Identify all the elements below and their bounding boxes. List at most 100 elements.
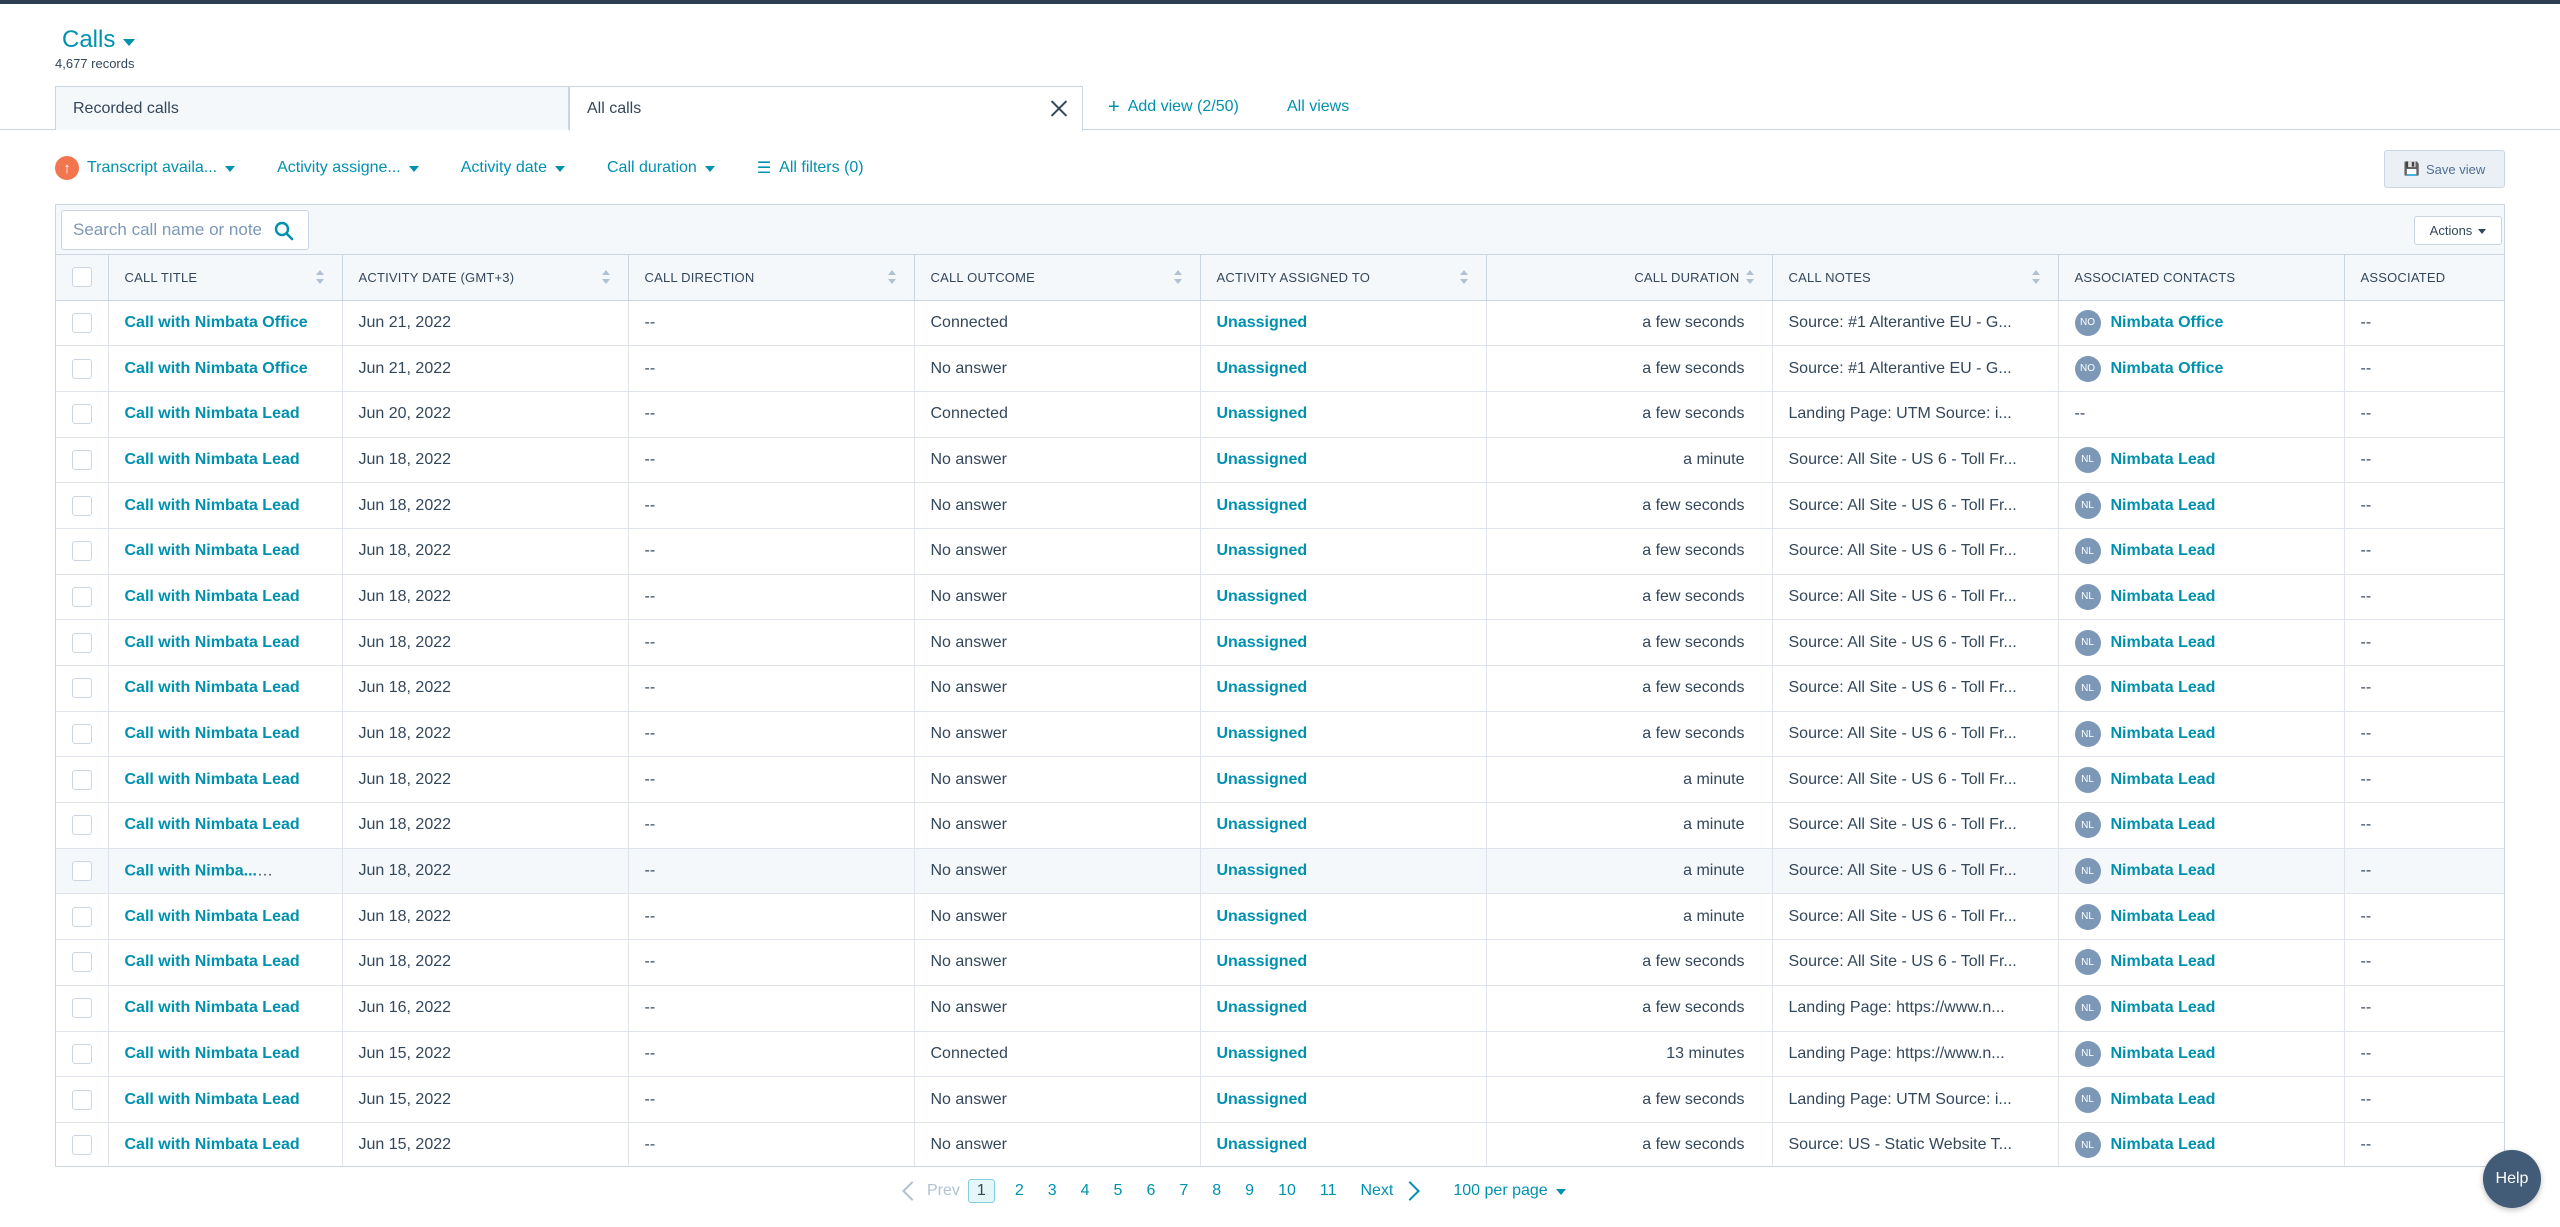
assigned-link[interactable]: Unassigned <box>1217 999 1308 1016</box>
column-header-associated-contacts[interactable]: Associated contacts <box>2058 255 2345 301</box>
table-row[interactable]: Call with Nimbata Lead Jun 16, 2022 -- N… <box>56 985 2504 1032</box>
all-views-link[interactable]: All views <box>1287 98 1349 116</box>
sort-icon[interactable] <box>2031 270 2040 284</box>
tab-recorded-calls[interactable]: Recorded calls <box>55 86 569 130</box>
contact-link[interactable]: Nimbata Lead <box>2111 725 2216 743</box>
contact-link[interactable]: Nimbata Lead <box>2111 497 2216 515</box>
row-checkbox[interactable] <box>71 906 92 927</box>
call-title-link[interactable]: Call with Nimbata Lead <box>125 725 300 742</box>
column-header-call-notes[interactable]: Call notes <box>1772 255 2059 301</box>
assigned-link[interactable]: Unassigned <box>1217 1091 1308 1108</box>
table-row[interactable]: Call with Nimbata Lead Jun 18, 2022 -- N… <box>56 665 2504 712</box>
column-header-call-title[interactable]: Call title <box>108 255 343 301</box>
assigned-link[interactable]: Unassigned <box>1217 451 1308 468</box>
call-title-link[interactable]: Call with Nimbata Lead <box>125 497 300 514</box>
add-view-button[interactable]: + Add view (2/50) <box>1108 97 1239 117</box>
call-title-link[interactable]: Call with Nimbata Lead <box>125 999 300 1016</box>
row-checkbox[interactable] <box>71 632 92 653</box>
contact-link[interactable]: Nimbata Office <box>2111 360 2224 378</box>
page-7-button[interactable]: 7 <box>1179 1182 1188 1200</box>
filter-call-duration[interactable]: Call duration <box>607 159 715 177</box>
sort-icon[interactable] <box>1745 270 1754 284</box>
row-checkbox[interactable] <box>71 586 92 607</box>
page-8-button[interactable]: 8 <box>1212 1182 1221 1200</box>
page-5-button[interactable]: 5 <box>1114 1182 1123 1200</box>
call-title-link[interactable]: Call with Nimbata Lead <box>125 451 300 468</box>
select-all-checkbox[interactable] <box>71 267 92 288</box>
save-view-button[interactable]: 💾 Save view <box>2384 150 2505 188</box>
contact-link[interactable]: Nimbata Lead <box>2111 1136 2216 1154</box>
row-checkbox[interactable] <box>71 769 92 790</box>
filter-transcript[interactable]: ↑ Transcript availa... <box>55 156 236 180</box>
call-title-link[interactable]: Call with Nimbata Lead <box>125 679 300 696</box>
row-checkbox[interactable] <box>71 861 92 882</box>
table-row[interactable]: Call with Nimbata Office Jun 21, 2022 --… <box>56 300 2504 347</box>
assigned-link[interactable]: Unassigned <box>1217 725 1308 742</box>
contact-link[interactable]: Nimbata Lead <box>2111 1091 2216 1109</box>
help-button[interactable]: Help <box>2483 1150 2541 1208</box>
page-3-button[interactable]: 3 <box>1048 1182 1057 1200</box>
row-checkbox[interactable] <box>71 1089 92 1110</box>
object-switcher[interactable]: Calls <box>62 26 136 54</box>
call-title-link[interactable]: Call with Nimba... <box>125 862 273 879</box>
row-checkbox[interactable] <box>71 1043 92 1064</box>
row-checkbox[interactable] <box>71 952 92 973</box>
page-title[interactable]: Calls <box>62 26 115 54</box>
search-input[interactable] <box>73 220 263 240</box>
column-header-call-direction[interactable]: Call direction <box>628 255 915 301</box>
call-title-link[interactable]: Call with Nimbata Office <box>125 360 308 377</box>
table-row[interactable]: Call with Nimbata Lead Jun 18, 2022 -- N… <box>56 528 2504 575</box>
table-row[interactable]: Call with Nimbata Lead Jun 18, 2022 -- N… <box>56 574 2504 621</box>
row-checkbox[interactable] <box>71 404 92 425</box>
contact-link[interactable]: Nimbata Lead <box>2111 679 2216 697</box>
table-row[interactable]: Call with Nimbata Lead Jun 15, 2022 -- N… <box>56 1122 2504 1166</box>
contact-link[interactable]: Nimbata Lead <box>2111 588 2216 606</box>
table-row[interactable]: Call with Nimbata Lead Jun 15, 2022 -- N… <box>56 1076 2504 1123</box>
assigned-link[interactable]: Unassigned <box>1217 862 1308 879</box>
contact-link[interactable]: Nimbata Lead <box>2111 542 2216 560</box>
page-6-button[interactable]: 6 <box>1146 1182 1155 1200</box>
assigned-link[interactable]: Unassigned <box>1217 908 1308 925</box>
row-checkbox[interactable] <box>71 678 92 699</box>
table-row[interactable]: Call with Nimbata Office Jun 21, 2022 --… <box>56 345 2504 392</box>
filter-assignee[interactable]: Activity assigne... <box>277 159 419 177</box>
column-header-activity-assigned[interactable]: Activity assigned to <box>1200 255 1487 301</box>
assigned-link[interactable]: Unassigned <box>1217 497 1308 514</box>
all-filters-button[interactable]: ☰ All filters (0) <box>757 158 864 178</box>
page-11-button[interactable]: 11 <box>1320 1182 1337 1200</box>
table-row[interactable]: Call with Nimbata Lead Jun 18, 2022 -- N… <box>56 756 2504 804</box>
row-checkbox[interactable] <box>71 495 92 516</box>
assigned-link[interactable]: Unassigned <box>1217 588 1308 605</box>
table-row[interactable]: Call with Nimba... Preview Jun 18, 2022 -… <box>56 848 2504 895</box>
chevron-down-icon[interactable] <box>123 38 136 46</box>
call-title-link[interactable]: Call with Nimbata Lead <box>125 953 300 970</box>
column-header-call-outcome[interactable]: Call outcome <box>914 255 1201 301</box>
call-title-link[interactable]: Call with Nimbata Lead <box>125 542 300 559</box>
preview-button[interactable]: Preview <box>270 858 341 884</box>
contact-link[interactable]: Nimbata Lead <box>2111 1045 2216 1063</box>
search-icon[interactable] <box>274 221 294 241</box>
actions-button[interactable]: Actions <box>2414 216 2502 245</box>
assigned-link[interactable]: Unassigned <box>1217 1045 1308 1062</box>
contact-link[interactable]: Nimbata Lead <box>2111 999 2216 1017</box>
table-row[interactable]: Call with Nimbata Lead Jun 18, 2022 -- N… <box>56 939 2504 986</box>
tab-all-calls[interactable]: All calls <box>569 86 1083 131</box>
contact-link[interactable]: Nimbata Office <box>2111 314 2224 332</box>
column-header-associated[interactable]: Associated <box>2344 255 2504 301</box>
call-title-link[interactable]: Call with Nimbata Lead <box>125 1091 300 1108</box>
contact-link[interactable]: Nimbata Lead <box>2111 862 2216 880</box>
assigned-link[interactable]: Unassigned <box>1217 1136 1308 1153</box>
page-1-button[interactable]: 1 <box>967 1179 995 1203</box>
page-4-button[interactable]: 4 <box>1081 1182 1090 1200</box>
row-checkbox[interactable] <box>71 724 92 745</box>
prev-page-button[interactable]: Prev <box>902 1181 960 1201</box>
call-title-link[interactable]: Call with Nimbata Lead <box>125 1136 300 1153</box>
search-box[interactable] <box>61 210 309 250</box>
page-10-button[interactable]: 10 <box>1278 1182 1296 1200</box>
column-header-activity-date[interactable]: Activity date (GMT+3) <box>342 255 629 301</box>
contact-link[interactable]: Nimbata Lead <box>2111 451 2216 469</box>
table-row[interactable]: Call with Nimbata Lead Jun 18, 2022 -- N… <box>56 482 2504 529</box>
sort-icon[interactable] <box>601 270 610 284</box>
call-title-link[interactable]: Call with Nimbata Lead <box>125 771 300 788</box>
contact-link[interactable]: Nimbata Lead <box>2111 771 2216 789</box>
